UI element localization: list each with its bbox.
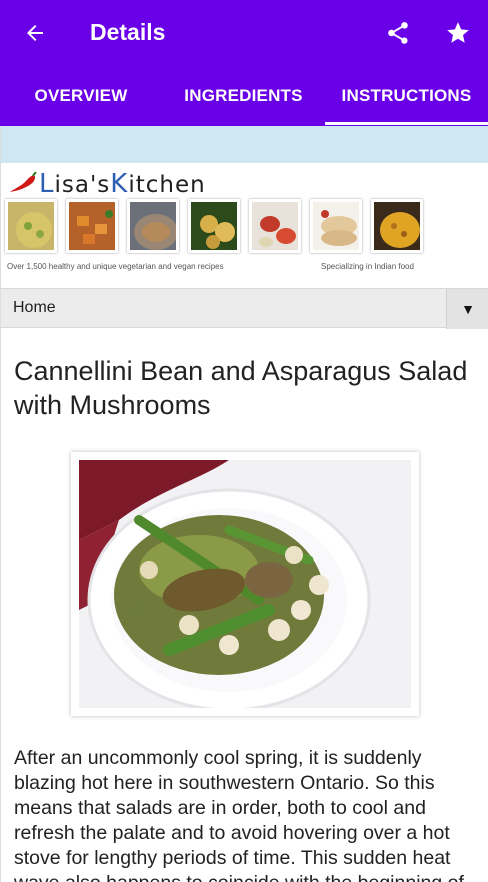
food-thumbnail	[310, 199, 362, 253]
header-food-thumbnails	[5, 199, 485, 257]
tab-ingredients[interactable]: INGREDIENTS	[162, 66, 325, 126]
site-logo-text: Lisa'sKitchen	[39, 169, 206, 199]
recipe-title: Cannellini Bean and Asparagus Salad with…	[14, 356, 468, 420]
nav-dropdown-value: Home	[13, 299, 56, 316]
logo-text-suffix: itchen	[128, 172, 206, 198]
site-tagline-left: Over 1,500 healthy and unique vegetarian…	[7, 262, 224, 271]
food-thumbnail	[188, 199, 240, 253]
logo-text-mid: isa's	[54, 172, 111, 198]
site-header[interactable]: Lisa'sKitchen Over 1,500 healthy and uni…	[1, 163, 488, 287]
recipe-photo-frame	[71, 452, 419, 716]
site-nav-dropdown[interactable]: Home ▼	[1, 288, 488, 329]
tab-instructions[interactable]: INSTRUCTIONS	[325, 66, 488, 126]
arrow-back-icon	[27, 25, 43, 41]
recipe-intro-paragraph: After an uncommonly cool spring, it is s…	[14, 747, 464, 882]
tab-indicator	[325, 122, 488, 125]
logo-letter-k: K	[110, 169, 129, 199]
back-button[interactable]	[14, 13, 56, 53]
app-bar: Details OVERVIEW INGREDIENTS INSTRUCTION…	[0, 0, 488, 126]
site-tagline-right: Specializing in Indian food	[321, 262, 414, 271]
tab-bar: OVERVIEW INGREDIENTS INSTRUCTIONS	[0, 66, 488, 126]
dropdown-arrow-icon[interactable]: ▼	[446, 289, 488, 329]
share-icon	[388, 22, 408, 44]
page-title: Details	[90, 19, 166, 45]
toolbar: Details	[0, 0, 488, 66]
food-thumbnail	[127, 199, 179, 253]
food-thumbnail	[66, 199, 118, 253]
food-thumbnail	[371, 199, 423, 253]
site-logo[interactable]: Lisa'sKitchen	[7, 169, 206, 199]
tab-overview[interactable]: OVERVIEW	[0, 66, 162, 126]
chili-pepper-icon	[10, 172, 37, 192]
food-thumbnail	[5, 199, 57, 253]
web-content[interactable]: Lisa'sKitchen Over 1,500 healthy and uni…	[0, 126, 488, 882]
food-thumbnail	[249, 199, 301, 253]
share-button[interactable]	[376, 12, 420, 54]
star-icon	[447, 22, 469, 43]
recipe-photo	[79, 460, 411, 708]
favorite-button[interactable]	[436, 12, 480, 54]
logo-letter-l: L	[39, 169, 55, 199]
site-top-strip	[1, 126, 488, 163]
